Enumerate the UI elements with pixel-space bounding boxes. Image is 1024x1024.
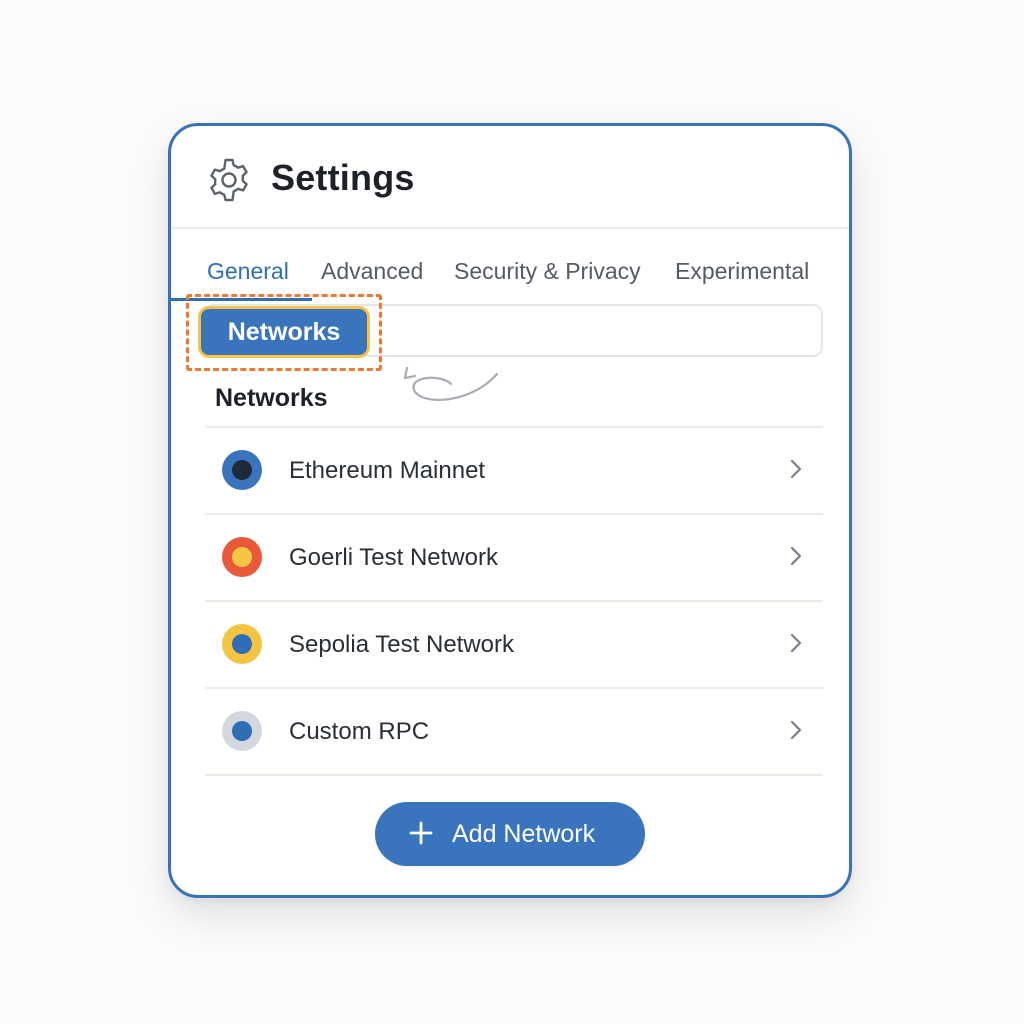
chevron-right-icon bbox=[790, 720, 802, 740]
curved-arrow-icon bbox=[403, 366, 499, 401]
tab-advanced[interactable]: Advanced bbox=[321, 258, 423, 285]
add-network-label: Add Network bbox=[452, 820, 596, 848]
network-label: Goerli Test Network bbox=[289, 544, 498, 571]
network-dot-icon bbox=[222, 450, 262, 490]
page-title: Settings bbox=[271, 157, 415, 198]
section-title: Networks bbox=[215, 384, 328, 412]
network-dot-icon bbox=[222, 711, 262, 751]
gear-icon bbox=[210, 158, 248, 202]
chevron-right-icon bbox=[790, 546, 802, 566]
network-dot-icon bbox=[222, 624, 262, 664]
settings-header: Settings bbox=[171, 126, 849, 229]
network-label: Sepolia Test Network bbox=[289, 631, 514, 658]
network-row-custom-rpc[interactable]: Custom RPC bbox=[205, 687, 823, 776]
network-label: Custom RPC bbox=[289, 718, 430, 745]
tab-experimental[interactable]: Experimental bbox=[675, 258, 809, 285]
settings-panel: Settings General Advanced Security & Pri… bbox=[168, 123, 852, 898]
network-row-ethereum-mainnet[interactable]: Ethereum Mainnet bbox=[205, 426, 823, 513]
tab-security-privacy[interactable]: Security & Privacy bbox=[454, 258, 641, 285]
network-dot-icon bbox=[222, 537, 262, 577]
add-network-button[interactable]: Add Network bbox=[375, 802, 645, 866]
tab-general[interactable]: General bbox=[207, 258, 289, 285]
network-row-goerli[interactable]: Goerli Test Network bbox=[205, 513, 823, 600]
networks-search-chip[interactable]: Networks bbox=[198, 306, 370, 358]
network-list: Ethereum Mainnet Goerli Test Network Sep… bbox=[205, 426, 823, 776]
plus-icon bbox=[409, 821, 433, 845]
chevron-right-icon bbox=[790, 633, 802, 653]
network-label: Ethereum Mainnet bbox=[289, 457, 486, 484]
chevron-right-icon bbox=[790, 459, 802, 479]
network-row-sepolia[interactable]: Sepolia Test Network bbox=[205, 600, 823, 687]
